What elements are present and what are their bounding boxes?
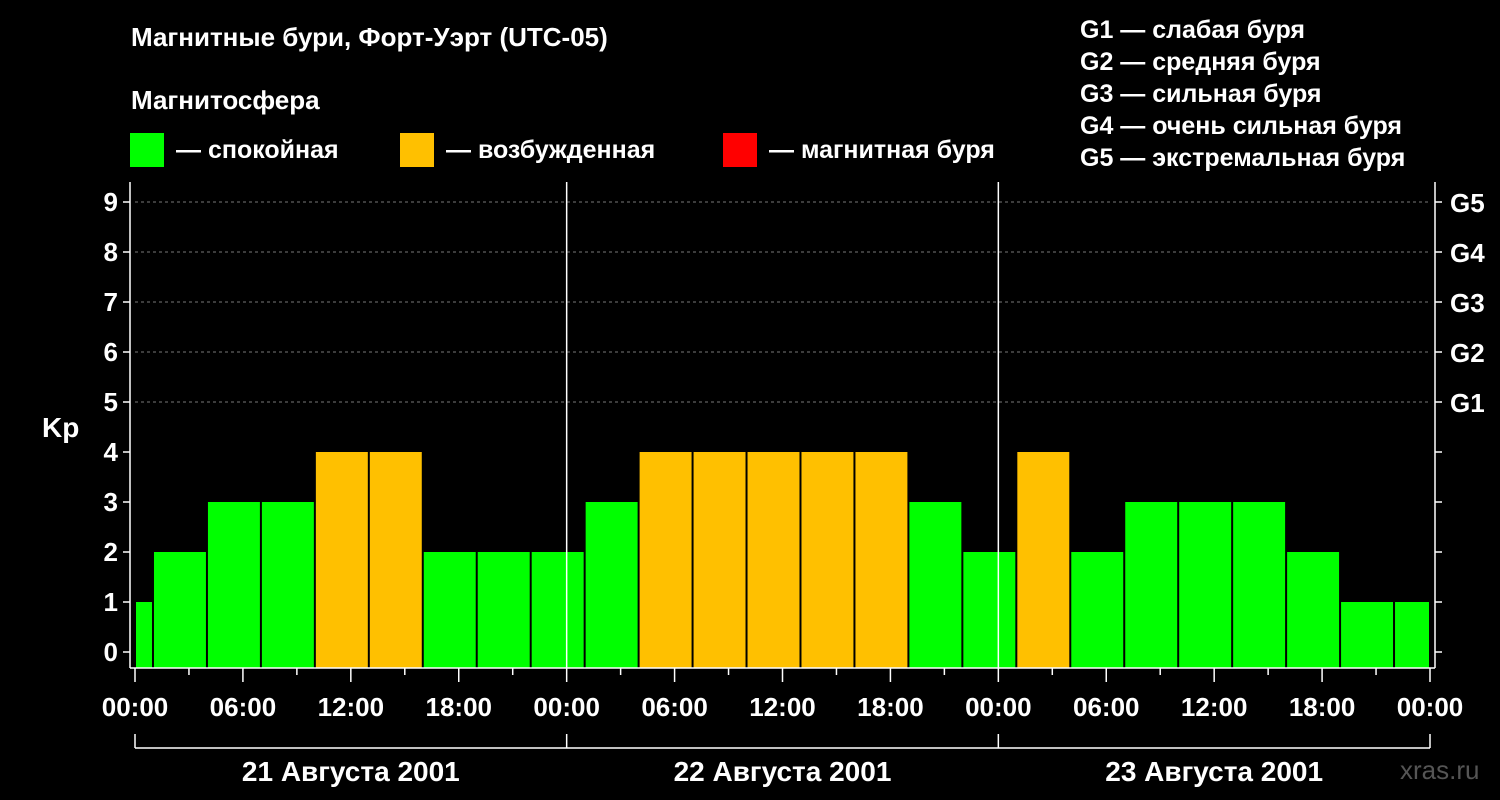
bar-24 [1395,602,1429,668]
bar-13 [801,452,854,668]
y-tick-label-0: 0 [104,637,118,667]
day-label-0: 21 Августа 2001 [242,756,460,787]
right-label-g4: G4 [1450,238,1485,268]
x-tick-label-3: 18:00 [426,692,493,722]
x-tick-label-6: 12:00 [749,692,816,722]
x-tick-label-7: 18:00 [857,692,924,722]
x-tick-label-5: 06:00 [641,692,708,722]
x-tick-label-9: 06:00 [1073,692,1140,722]
day-label-1: 22 Августа 2001 [674,756,892,787]
bar-1 [153,552,206,668]
y-tick-label-1: 1 [104,587,118,617]
bar-2 [207,502,260,668]
bar-7 [477,552,530,668]
bars [136,452,1429,668]
day-label-2: 23 Августа 2001 [1105,756,1323,787]
bar-16 [963,552,1016,668]
x-tick-label-8: 00:00 [965,692,1032,722]
bar-11 [693,452,746,668]
y-tick-label-8: 8 [104,237,118,267]
bar-19 [1125,502,1178,668]
bar-23 [1341,602,1394,668]
bar-14 [855,452,908,668]
y-tick-label-5: 5 [104,387,118,417]
bar-18 [1071,552,1124,668]
bar-22 [1287,552,1340,668]
x-tick-label-0: 00:00 [102,692,169,722]
bar-20 [1179,502,1232,668]
kp-chart: 0 1 2 3 4 5 6 7 8 9 G1 G2 G3 G4 G5 00:00 06:00 12:00 18:00… [102,182,1485,787]
x-tick-label-10: 12:00 [1181,692,1248,722]
right-label-g1: G1 [1450,388,1485,418]
right-label-g2: G2 [1450,338,1485,368]
right-label-g3: G3 [1450,288,1485,318]
bar-10 [639,452,692,668]
x-tick-label-4: 00:00 [533,692,600,722]
grid-lines [135,201,1430,403]
bar-8 [531,552,584,668]
bar-6 [423,552,476,668]
bar-17 [1017,452,1070,668]
bar-0 [136,602,152,668]
bar-12 [747,452,800,668]
bar-4 [315,452,368,668]
bar-9 [585,502,638,668]
x-tick-label-2: 12:00 [318,692,385,722]
bar-3 [261,502,314,668]
x-tick-label-11: 18:00 [1289,692,1356,722]
watermark: xras.ru [1400,755,1480,785]
bar-15 [909,502,962,668]
y-tick-label-2: 2 [104,537,118,567]
y-tick-label-3: 3 [104,487,118,517]
y-tick-label-4: 4 [104,437,119,467]
x-tick-label-12: 00:00 [1397,692,1464,722]
y-tick-label-7: 7 [104,287,118,317]
bar-5 [369,452,422,668]
right-label-g5: G5 [1450,188,1485,218]
x-tick-label-1: 06:00 [210,692,277,722]
bar-21 [1233,502,1286,668]
y-tick-label-9: 9 [104,187,118,217]
y-tick-label-6: 6 [104,337,118,367]
